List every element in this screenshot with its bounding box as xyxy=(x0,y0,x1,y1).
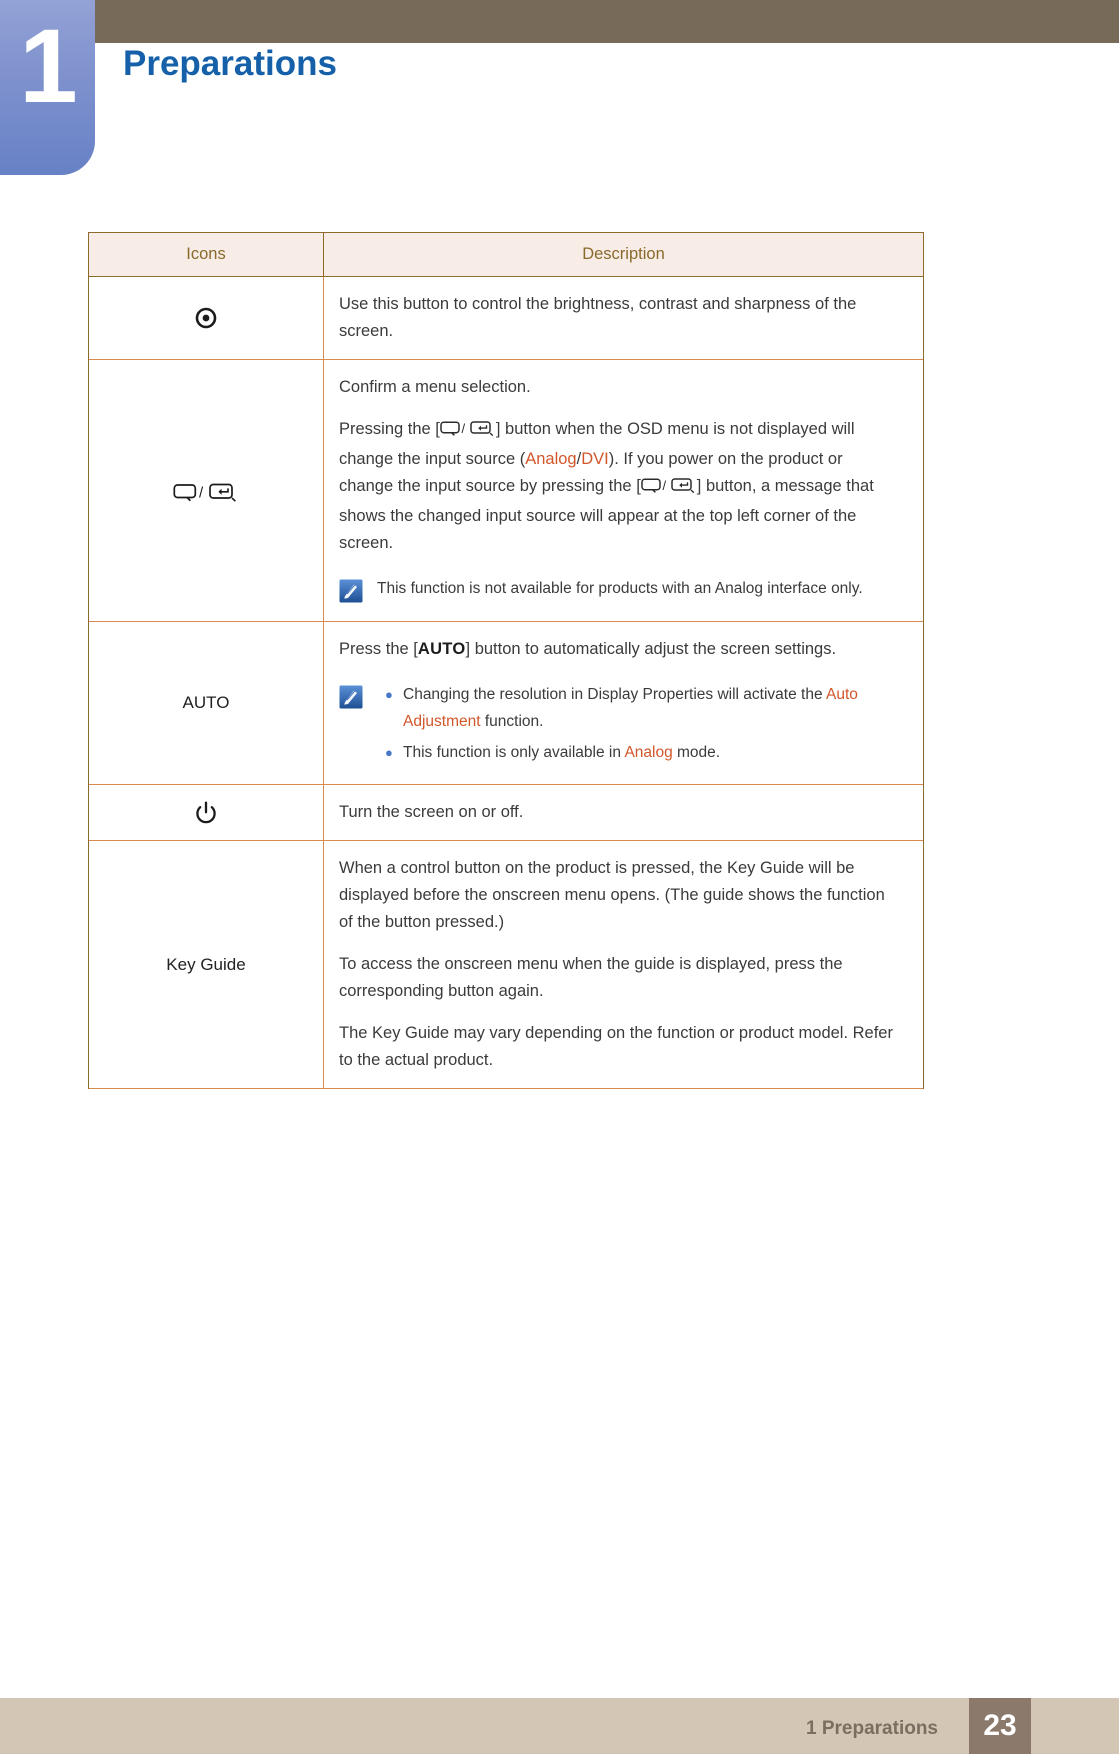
table-header-row: Icons Description xyxy=(89,233,923,277)
column-header-icons: Icons xyxy=(89,233,324,276)
page-number: 23 xyxy=(983,1709,1017,1742)
text-fragment: function. xyxy=(480,713,544,730)
description-paragraph: Use this button to control the brightnes… xyxy=(339,295,857,340)
text-fragment: Pressing the [ xyxy=(339,420,440,438)
table-row: / Confirm a menu selection. Pressing the… xyxy=(89,360,923,622)
auto-key-label: AUTO xyxy=(417,640,466,658)
footer-bar xyxy=(0,1698,1119,1754)
column-header-description: Description xyxy=(582,245,665,263)
highlight-analog: Analog xyxy=(525,450,577,468)
description-paragraph: Press the [AUTO] button to automatically… xyxy=(339,636,901,663)
table-row: AUTO Press the [AUTO] button to automati… xyxy=(89,622,923,785)
top-banner xyxy=(68,0,1119,43)
page-title: Preparations xyxy=(123,44,337,83)
svg-text:/: / xyxy=(199,484,204,501)
highlight-dvi: DVI xyxy=(581,450,609,468)
cell-description: When a control button on the product is … xyxy=(324,841,923,1088)
cell-icon-auto: AUTO xyxy=(89,622,324,784)
svg-text:/: / xyxy=(662,478,666,493)
bullet-dot-icon: ● xyxy=(385,687,393,702)
chapter-number-badge: 1 xyxy=(0,0,95,175)
text-fragment: ] button to automatically adjust the scr… xyxy=(465,640,837,658)
menu-dot-icon xyxy=(194,306,218,330)
cell-icon-key-guide: Key Guide xyxy=(89,841,324,1088)
power-icon xyxy=(194,800,218,826)
description-paragraph: Pressing the [/] button when the OSD men… xyxy=(339,416,901,557)
description-paragraph: To access the onscreen menu when the gui… xyxy=(339,955,843,1000)
table-row: Use this button to control the brightnes… xyxy=(89,277,923,360)
note-block: This function is not available for produ… xyxy=(339,575,901,603)
auto-button-icon: AUTO xyxy=(182,693,230,712)
note-block: ● Changing the resolution in Display Pro… xyxy=(339,681,901,766)
text-fragment: This function is only available in xyxy=(403,744,625,761)
description-paragraph: When a control button on the product is … xyxy=(339,859,885,931)
text-fragment: Changing the resolution in Display Prope… xyxy=(403,686,827,703)
note-bullet-item: ● Changing the resolution in Display Pro… xyxy=(377,681,901,735)
highlight-analog: Analog xyxy=(624,744,673,761)
table-row: Key Guide When a control button on the p… xyxy=(89,841,923,1089)
key-guide-label: Key Guide xyxy=(166,954,246,974)
cell-description: Press the [AUTO] button to automatically… xyxy=(324,622,923,784)
description-paragraph: The Key Guide may vary depending on the … xyxy=(339,1024,893,1069)
svg-text:/: / xyxy=(461,421,465,436)
note-pencil-icon xyxy=(339,579,363,603)
table-row: Turn the screen on or off. xyxy=(89,785,923,841)
description-paragraph: Confirm a menu selection. xyxy=(339,378,531,396)
page-number-badge: 23 xyxy=(969,1698,1031,1754)
cell-description: Confirm a menu selection. Pressing the [… xyxy=(324,360,923,621)
description-paragraph: Turn the screen on or off. xyxy=(339,803,524,821)
source-enter-icon: / xyxy=(173,480,239,502)
cell-icon-power xyxy=(89,785,324,840)
chapter-number: 1 xyxy=(19,8,77,125)
text-fragment: Press the [ xyxy=(339,640,418,658)
icons-description-table: Icons Description Use this button to con… xyxy=(88,232,924,1089)
note-text: This function is not available for produ… xyxy=(377,580,863,597)
note-bullet-text: Changing the resolution in Display Prope… xyxy=(403,681,901,735)
footer-chapter-label: 1 Preparations xyxy=(806,1718,938,1739)
text-fragment: mode. xyxy=(672,744,721,761)
note-bullet-item: ● This function is only available in Ana… xyxy=(377,739,901,766)
cell-description: Turn the screen on or off. xyxy=(324,785,923,840)
note-text: ● Changing the resolution in Display Pro… xyxy=(377,681,901,766)
source-enter-inline-icon: / xyxy=(440,419,496,446)
cell-icon-menu xyxy=(89,277,324,359)
bullet-dot-icon: ● xyxy=(385,745,393,760)
cell-icon-source-enter: / xyxy=(89,360,324,621)
note-pencil-icon xyxy=(339,685,363,709)
cell-description: Use this button to control the brightnes… xyxy=(324,277,923,359)
source-enter-inline-icon: / xyxy=(641,476,697,503)
note-bullet-text: This function is only available in Analo… xyxy=(403,739,720,766)
